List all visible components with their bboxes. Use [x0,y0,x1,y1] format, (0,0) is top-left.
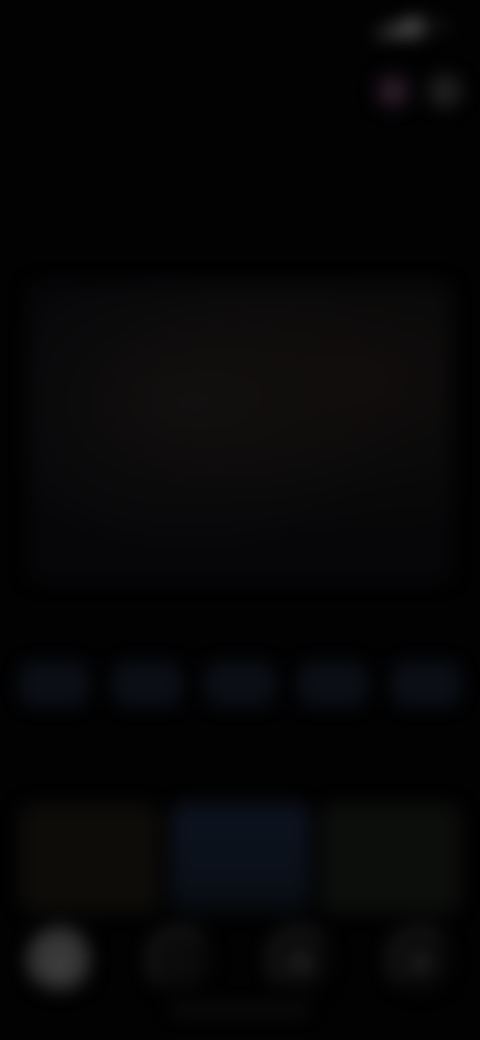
menu-icon[interactable]: ⋯ [428,74,462,108]
library-icon[interactable]: ▣ [268,928,332,992]
app-header: ● ⋯ [0,60,480,120]
content-card-2[interactable] [170,804,310,912]
status-icons: ▂▄▆ ▭ [377,12,450,36]
profile-icon[interactable]: ◉ [388,928,452,992]
search-icon[interactable]: ⌕ [148,928,212,992]
category-chip-4[interactable] [299,662,367,706]
hero-media[interactable] [28,282,452,582]
home-indicator[interactable] [170,1008,310,1013]
category-chip-row [20,662,460,706]
category-chip-3[interactable] [206,662,274,706]
content-card-row [20,804,461,912]
category-chip-5[interactable] [392,662,460,706]
home-icon[interactable]: ⌂ [28,928,92,992]
signal-icon: ▂▄▆ [376,12,424,36]
app-screen: ▂▄▆ ▭ ● ⋯ ⌂ ⌕ ▣ ◉ [0,0,480,1040]
avatar-icon[interactable]: ● [376,74,410,108]
bottom-navigation: ⌂ ⌕ ▣ ◉ [0,920,480,1000]
category-chip-1[interactable] [20,662,88,706]
content-card-1[interactable] [20,804,159,912]
header-actions: ● ⋯ [376,74,462,108]
status-bar: ▂▄▆ ▭ [0,0,480,58]
category-chip-2[interactable] [113,662,181,706]
blurred-screen-content: ▂▄▆ ▭ ● ⋯ ⌂ ⌕ ▣ ◉ [0,0,480,1040]
battery-icon: ▭ [431,12,450,36]
content-card-3[interactable] [321,804,461,912]
